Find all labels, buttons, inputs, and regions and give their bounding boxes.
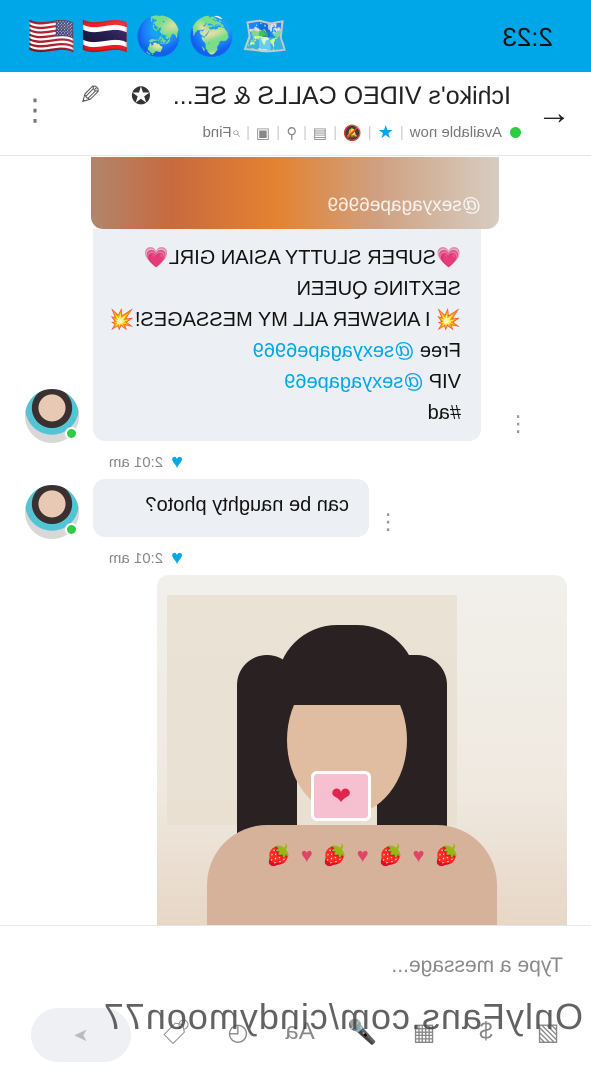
chat-title[interactable]: Ichiko's VIDEO CALLS & SE... bbox=[173, 82, 511, 111]
gallery-icon[interactable]: ▣ bbox=[256, 124, 270, 142]
map-icon: 🗺️ bbox=[241, 14, 289, 58]
pin-icon[interactable]: ⚲ bbox=[286, 124, 297, 142]
reply-text: can be naughty photo? bbox=[145, 494, 349, 516]
promo-free-line: Free @sexyagape6969 bbox=[113, 336, 461, 367]
verified-badge-icon: ✪ bbox=[130, 83, 151, 110]
image-watermark: @sexyagape6969 bbox=[327, 195, 481, 216]
availability-label: Available now bbox=[409, 124, 502, 141]
promo-line-1: 💗SUPER SLUTTY ASIAN GIRL💗 bbox=[143, 247, 461, 269]
message-options-icon[interactable]: ⋮ bbox=[377, 509, 399, 534]
avatar-online-icon bbox=[65, 427, 78, 440]
reply-message-bubble[interactable]: can be naughty photo? bbox=[93, 479, 369, 537]
heart-sticker-icon: ❤ bbox=[311, 771, 371, 821]
strawberry-stickers-icon: 🍓 ♥ 🍓 ♥ 🍓 ♥ 🍓 bbox=[264, 845, 459, 867]
free-label: Free bbox=[414, 340, 461, 362]
chat-subbar: Available now | ★ | 🔕 | ▤ | ⚲ | ▣ | ⌕ Fi… bbox=[202, 122, 521, 143]
message-composer: ▨ $ ▦ 🎤 Aa ◷ 🏷 ➤ OnlyFans.com/cindymoon7… bbox=[0, 925, 591, 1079]
message-meta: ♥ 2:01 am bbox=[109, 547, 183, 570]
free-profile-link[interactable]: @sexyagape6969 bbox=[253, 340, 415, 362]
back-arrow-icon[interactable]: ← bbox=[537, 94, 571, 133]
message-time: 2:01 am bbox=[108, 550, 164, 567]
star-icon[interactable]: ★ bbox=[378, 122, 394, 143]
thailand-flag-icon: 🇹🇭 bbox=[81, 14, 129, 58]
us-flag-icon: 🇺🇸 bbox=[28, 14, 76, 58]
ad-tag: #ad bbox=[427, 402, 461, 424]
find-label[interactable]: Find bbox=[202, 124, 231, 141]
promo-message-bubble[interactable]: 💗SUPER SLUTTY ASIAN GIRL💗 SEXTING QUEEN … bbox=[93, 229, 481, 441]
vip-profile-link[interactable]: @sexyagape69 bbox=[284, 371, 423, 393]
mute-icon[interactable]: 🔕 bbox=[343, 124, 362, 142]
message-photo[interactable]: ❤ 🍓 ♥ 🍓 ♥ 🍓 ♥ 🍓 bbox=[157, 575, 567, 925]
find-search-icon[interactable]: ⌕ bbox=[232, 124, 240, 141]
status-bar: 2:23 🗺️ 🌍 🌏 🇹🇭 🇺🇸 bbox=[0, 0, 591, 72]
notes-icon[interactable]: ▤ bbox=[313, 124, 327, 142]
globe-icon: 🌍 bbox=[187, 14, 236, 58]
more-options-icon[interactable]: ⋮ bbox=[20, 94, 50, 127]
promo-line-3: 💥 I ANSWER ALL MY MESSAGES!💥 bbox=[109, 309, 461, 331]
chat-header: ← Ichiko's VIDEO CALLS & SE... ✪ ✎ ⋮ Ava… bbox=[0, 72, 591, 156]
message-options-icon[interactable]: ⋮ bbox=[507, 411, 529, 436]
heart-icon[interactable]: ♥ bbox=[171, 547, 183, 570]
status-icons: 🗺️ 🌍 🌏 🇹🇭 🇺🇸 bbox=[28, 14, 289, 58]
app-root: 2:23 🗺️ 🌍 🌏 🇹🇭 🇺🇸 ← Ichiko's VIDEO CALLS… bbox=[0, 0, 591, 1079]
edit-pencil-icon[interactable]: ✎ bbox=[79, 80, 101, 111]
globe-asia-icon: 🌏 bbox=[134, 14, 182, 58]
watermark: OnlyFans.com/cindymoon77 bbox=[102, 996, 583, 1037]
chat-thread[interactable]: @sexyagape6969 💗SUPER SLUTTY ASIAN GIRL💗… bbox=[0, 157, 591, 925]
heart-icon[interactable]: ♥ bbox=[171, 451, 183, 474]
message-meta: ♥ 2:01 am bbox=[109, 451, 183, 474]
online-status-icon bbox=[510, 127, 521, 138]
avatar-online-icon bbox=[65, 523, 78, 536]
message-image-cropped[interactable]: @sexyagape6969 bbox=[91, 157, 499, 229]
message-input[interactable] bbox=[23, 946, 563, 986]
status-time: 2:23 bbox=[502, 22, 553, 52]
promo-line-2: SEXTING QUEEN bbox=[296, 278, 461, 300]
vip-label: VIP bbox=[423, 371, 461, 393]
promo-vip-line: VIP @sexyagape69 bbox=[113, 367, 461, 398]
message-time: 2:01 am bbox=[108, 454, 164, 471]
